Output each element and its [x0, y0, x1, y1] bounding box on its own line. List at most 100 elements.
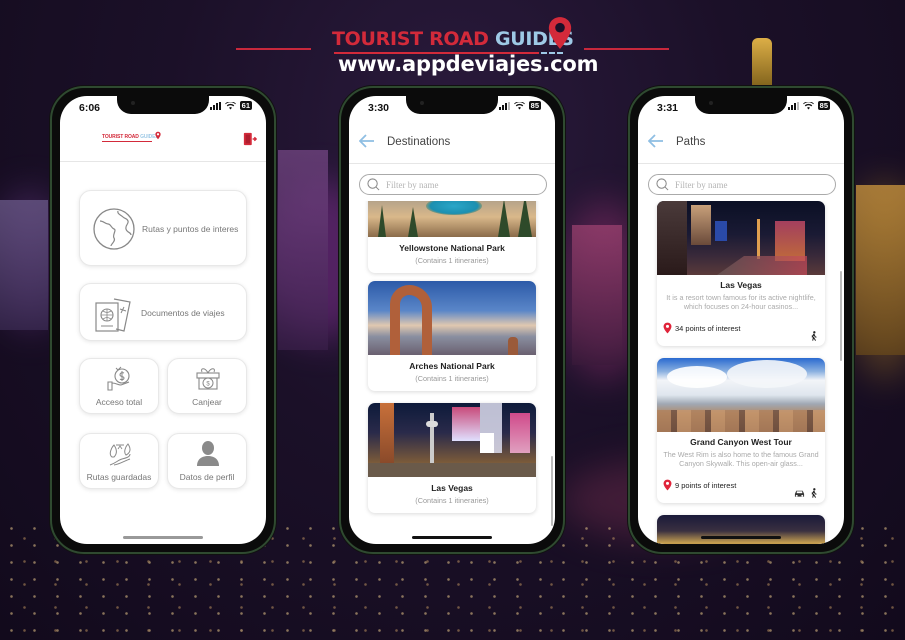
menu-label: Rutas y puntos de interes [142, 224, 239, 234]
menu-card-rutas-guardadas[interactable]: Rutas guardadas [79, 433, 159, 489]
points-count: 34 points of interest [675, 323, 741, 333]
filter-field[interactable] [648, 174, 836, 195]
filter-input[interactable] [675, 178, 825, 192]
brand-title-red: TOURIST ROAD [332, 28, 495, 50]
paths-screen: 3:31 85 Paths Filter by name Las Vegas I… [638, 96, 844, 544]
destination-name: Las Vegas [431, 483, 473, 493]
status-time: 3:30 [368, 102, 390, 114]
map-pin-icon [663, 479, 672, 491]
search-icon [367, 178, 380, 191]
points-of-interest: 9 points of interest [663, 479, 736, 491]
globe-icon [93, 208, 135, 250]
map-pin-icon [548, 17, 572, 49]
paths-list: Las Vegas It is a resort town famous for… [638, 201, 844, 544]
destination-card[interactable]: Las Vegas (Contains 1 itineraries) [368, 403, 536, 513]
logo-pin-icon [155, 131, 161, 140]
menu-card-rutas[interactable]: Rutas y puntos de interes [79, 190, 247, 266]
wifi-icon [513, 101, 525, 110]
phone-paths: 3:31 85 Paths Filter by name Las Vegas I… [628, 86, 854, 554]
filter-input[interactable] [386, 178, 536, 192]
destination-image [368, 281, 536, 355]
decorative-line-left [236, 48, 311, 50]
decorative-line-right [584, 48, 669, 50]
battery-icon: 61 [239, 101, 252, 110]
points-count: 9 points of interest [675, 480, 737, 490]
home-indicator [123, 536, 203, 539]
path-image [657, 201, 825, 275]
back-arrow-icon[interactable] [648, 134, 664, 148]
menu-card-datos-perfil[interactable]: Datos de perfil [167, 433, 247, 489]
signal-icon [209, 101, 221, 110]
destination-itinerary-count: (Contains 1 itineraries) [415, 256, 489, 265]
page-title: Destinations [387, 136, 451, 148]
brand-title: TOURIST ROAD GUIDES [332, 28, 574, 50]
wifi-icon [224, 101, 236, 110]
status-time: 6:06 [79, 102, 101, 114]
destinations-list: Yellowstone National Park (Contains 1 it… [349, 201, 555, 544]
destination-card[interactable]: Arches National Park (Contains 1 itinera… [368, 281, 536, 391]
page-title: Paths [676, 136, 706, 148]
forest-path-icon [109, 443, 131, 466]
menu-label: Rutas guardadas [86, 472, 152, 482]
menu-label: Canjear [192, 397, 222, 407]
app-logo-text-red: TOURIST ROAD [102, 134, 141, 140]
destination-itinerary-count: (Contains 1 itineraries) [415, 374, 489, 383]
path-description: It is a resort town famous for its activ… [666, 293, 816, 311]
scrollbar[interactable] [840, 271, 842, 361]
app-header: TOURIST ROAD GUIDES [60, 124, 266, 162]
filter-field[interactable] [359, 174, 547, 195]
phone-destinations: 3:30 85 Destinations Filter by name Yell… [339, 86, 565, 554]
menu-label: Acceso total [95, 397, 143, 407]
destination-name: Arches National Park [409, 361, 495, 371]
signal-icon [787, 101, 799, 110]
car-icon [794, 490, 805, 497]
home-screen: 6:06 61 TOURIST ROAD GUIDES Rutas y punt… [60, 96, 266, 544]
passport-ticket-icon [95, 298, 131, 332]
menu-label: Datos de perfil [179, 472, 235, 482]
wifi-icon [802, 101, 814, 110]
path-card[interactable]: Las Vegas It is a resort town famous for… [657, 201, 825, 346]
battery-icon: 85 [528, 101, 541, 110]
status-time: 3:31 [657, 102, 679, 114]
notch [117, 96, 209, 114]
path-card[interactable]: Grand Canyon West Tour The West Rim is a… [657, 358, 825, 503]
notch [406, 96, 498, 114]
destination-name: Yellowstone National Park [399, 243, 505, 253]
menu-label: Documentos de viajes [141, 308, 225, 318]
destination-card[interactable]: Yellowstone National Park (Contains 1 it… [368, 201, 536, 273]
path-image [657, 515, 825, 544]
destinations-screen: 3:30 85 Destinations Filter by name Yell… [349, 96, 555, 544]
path-card[interactable] [657, 515, 825, 544]
hand-money-icon [107, 366, 130, 391]
website-url: www.appdeviajes.com [338, 52, 599, 76]
travel-modes [809, 331, 818, 341]
points-of-interest: 34 points of interest [663, 322, 740, 334]
scrollbar[interactable] [551, 456, 553, 526]
nav-header: Destinations [349, 124, 555, 164]
brand-header: TOURIST ROAD GUIDES www.appdeviajes.com [0, 14, 905, 84]
map-pin-icon [663, 322, 672, 334]
path-name: Las Vegas [720, 280, 762, 290]
user-icon [197, 441, 219, 466]
travel-modes [794, 488, 818, 498]
exit-door-icon[interactable] [243, 132, 257, 146]
nav-header: Paths [638, 124, 844, 164]
walking-icon [811, 331, 817, 341]
signal-icon [498, 101, 510, 110]
walking-icon [811, 488, 817, 498]
menu-card-canjear[interactable]: $ Canjear [167, 358, 247, 414]
destination-image [368, 403, 536, 477]
menu-card-acceso-total[interactable]: Acceso total [79, 358, 159, 414]
phone-home: 6:06 61 TOURIST ROAD GUIDES Rutas y punt… [50, 86, 276, 554]
battery-icon: 85 [817, 101, 830, 110]
home-indicator [701, 536, 781, 539]
app-logo: TOURIST ROAD GUIDES [102, 131, 161, 142]
path-name: Grand Canyon West Tour [690, 437, 792, 447]
path-description: The West Rim is also home to the famous … [663, 450, 819, 468]
path-image [657, 358, 825, 432]
destination-itinerary-count: (Contains 1 itineraries) [415, 496, 489, 505]
menu-card-documentos[interactable]: Documentos de viajes [79, 283, 247, 341]
search-icon [656, 178, 669, 191]
back-arrow-icon[interactable] [359, 134, 375, 148]
destination-image [368, 201, 536, 237]
